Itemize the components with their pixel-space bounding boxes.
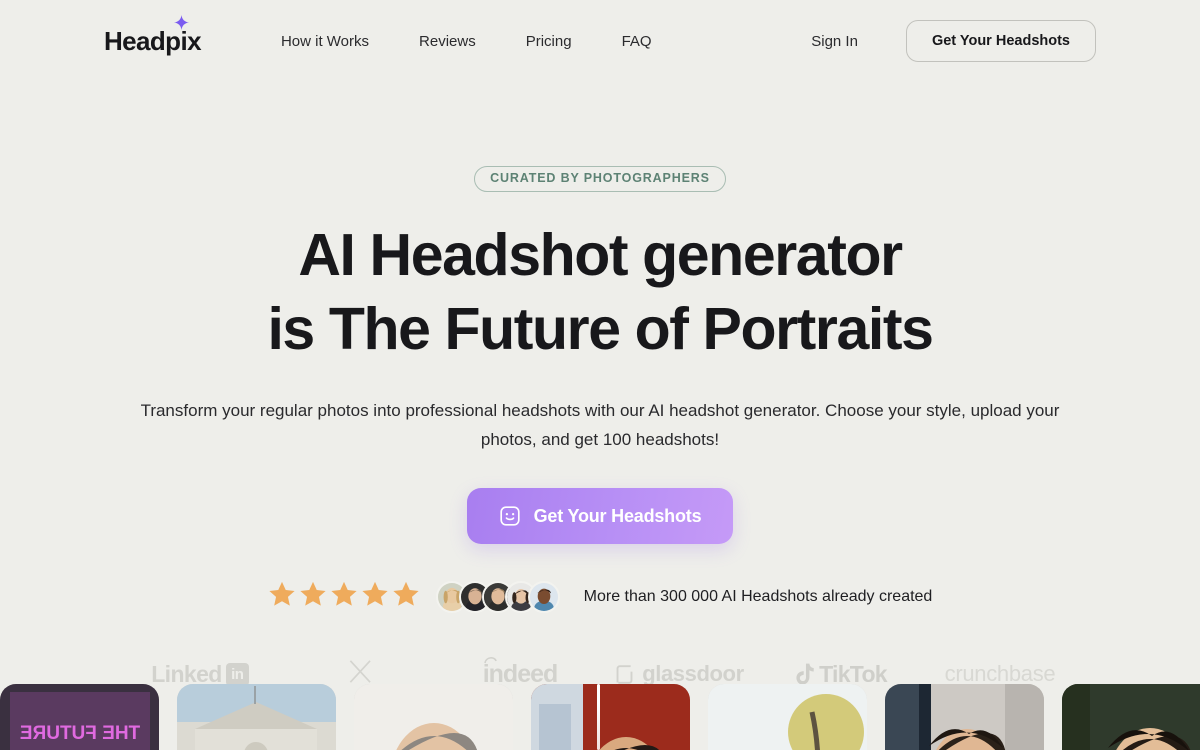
image-carousel[interactable]: THE FUTURE IS YOURS	[0, 684, 1200, 750]
svg-text:THE FUTURE: THE FUTURE	[20, 723, 140, 744]
headline-line-2: is The Future of Portraits	[267, 296, 934, 363]
star-icon	[392, 580, 420, 613]
carousel-slide[interactable]: THE FUTURE IS YOURS	[0, 684, 159, 750]
main-navigation: How it Works Reviews Pricing FAQ	[281, 33, 811, 50]
nav-item-reviews[interactable]: Reviews	[419, 33, 476, 50]
hero-subtitle: Transform your regular photos into profe…	[140, 401, 1060, 449]
hero-section: CURATED BY PHOTOGRAPHERS AI Headshot gen…	[0, 82, 1200, 691]
star-icon	[330, 580, 358, 613]
nav-item-pricing[interactable]: Pricing	[526, 33, 572, 50]
avatar	[527, 580, 560, 613]
hero-cta-label: Get Your Headshots	[533, 505, 702, 526]
smiley-face-icon	[499, 505, 521, 527]
nav-item-faq[interactable]: FAQ	[622, 33, 652, 50]
site-header: Headpix How it Works Reviews Pricing FAQ…	[0, 0, 1200, 82]
social-proof-text: More than 300 000 AI Headshots already c…	[583, 587, 933, 605]
carousel-slide[interactable]	[885, 684, 1044, 750]
brand-name: Headpix	[104, 26, 202, 56]
star-icon	[268, 580, 296, 613]
carousel-slide[interactable]	[708, 684, 867, 750]
brand-logo[interactable]: Headpix	[104, 15, 202, 56]
carousel-divider	[597, 684, 600, 750]
carousel-slide[interactable]	[177, 684, 336, 750]
tiktok-note-icon	[793, 663, 814, 686]
carousel-slide[interactable]	[1062, 684, 1200, 750]
sparkle-icon	[173, 15, 189, 30]
headline-line-1: AI Headshot generator	[298, 221, 903, 288]
eyebrow-badge: CURATED BY PHOTOGRAPHERS	[474, 166, 726, 192]
star-icon	[361, 580, 389, 613]
carousel-slide[interactable]	[531, 684, 690, 750]
star-rating	[268, 580, 420, 613]
header-actions: Sign In Get Your Headshots	[811, 20, 1096, 62]
social-proof: More than 300 000 AI Headshots already c…	[0, 580, 1200, 613]
nav-item-how-it-works[interactable]: How it Works	[281, 33, 369, 50]
header-get-headshots-button[interactable]: Get Your Headshots	[905, 20, 1096, 62]
avatar-group	[435, 580, 560, 613]
star-icon	[299, 580, 327, 613]
hero-get-headshots-button[interactable]: Get Your Headshots	[466, 488, 734, 545]
hero-cta-wrapper: Get Your Headshots	[0, 488, 1200, 545]
logo-linkedin-badge: in	[225, 662, 249, 686]
glassdoor-icon	[616, 665, 633, 684]
carousel-slide[interactable]	[354, 684, 513, 750]
sign-in-link[interactable]: Sign In	[811, 33, 858, 50]
page-title: AI Headshot generator is The Future of P…	[0, 218, 1200, 368]
